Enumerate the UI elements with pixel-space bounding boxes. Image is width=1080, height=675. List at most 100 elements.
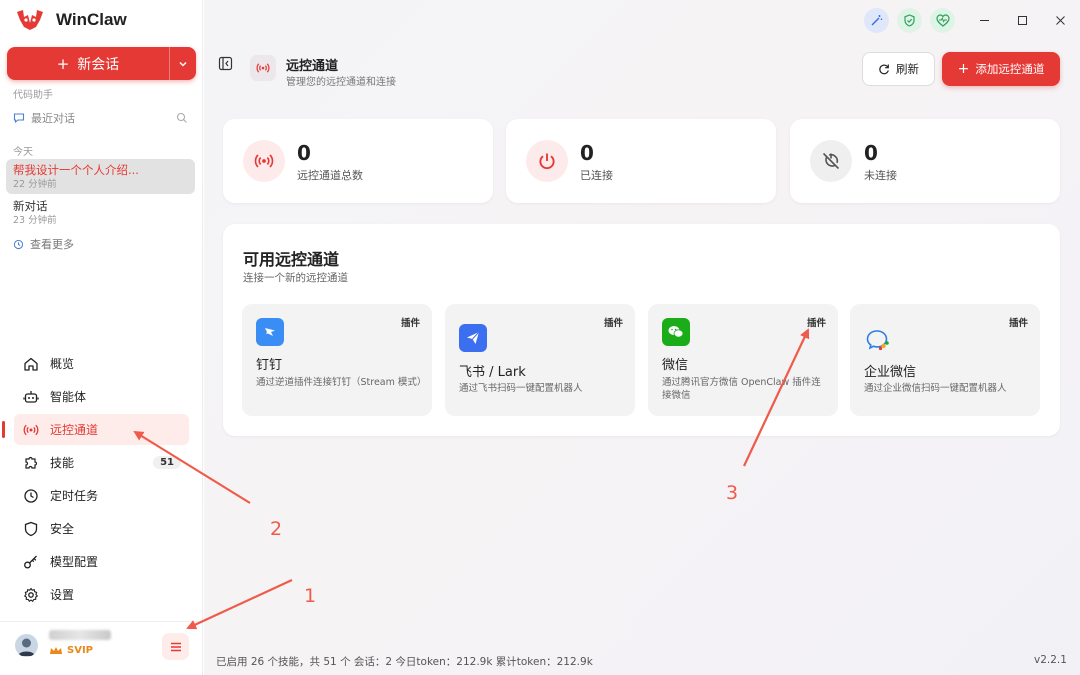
panel-title: 可用远控通道 — [243, 250, 340, 269]
new-chat-button[interactable]: + 新会话 — [7, 47, 196, 80]
disconnected-icon — [822, 152, 840, 170]
chevron-down-icon — [179, 61, 187, 67]
conversation-time: 22 分钟前 — [13, 179, 57, 190]
titlebar-tools — [864, 8, 955, 33]
main-area: 远控通道 管理您的远控通道和连接 刷新 + 添加远控通道 0 远控通道总数 0 … — [204, 0, 1080, 675]
refresh-icon — [879, 64, 889, 75]
annotation-number-1: 1 — [304, 585, 317, 607]
stat-value: 0 — [580, 141, 594, 165]
magic-wand-button[interactable] — [864, 8, 889, 33]
see-more-link[interactable]: 查看更多 — [13, 236, 74, 252]
robot-icon — [23, 390, 39, 403]
window-controls — [974, 10, 1070, 30]
lark-icon — [459, 324, 487, 352]
channel-description: 通过企业微信扫码一键配置机器人 — [864, 383, 1007, 394]
nav-item-security[interactable]: 安全 — [14, 513, 189, 544]
skills-count-badge: 51 — [153, 456, 181, 469]
plus-icon: + — [56, 54, 70, 73]
main-nav: 概览 智能体 远控通道 技能 51 定时任务 安全 模型配置 设置 — [2, 348, 189, 612]
plugin-tag: 插件 — [400, 318, 420, 329]
minimize-button[interactable] — [974, 10, 994, 30]
nav-item-scheduled-tasks[interactable]: 定时任务 — [14, 480, 189, 511]
new-chat-dropdown-button[interactable] — [169, 47, 196, 80]
nav-item-remote-channels[interactable]: 远控通道 — [2, 414, 189, 445]
conversation-title: 帮我设计一个个人介绍... — [13, 163, 139, 177]
annotation-number-3: 3 — [726, 482, 739, 504]
channel-description: 通过飞书扫码一键配置机器人 — [459, 383, 583, 394]
page-subtitle: 管理您的远控通道和连接 — [286, 77, 396, 88]
winclaw-logo-icon — [17, 10, 43, 30]
channel-name: 企业微信 — [864, 365, 917, 380]
brand: WinClaw — [14, 8, 127, 32]
channel-card-wechat[interactable]: 插件 微信 通过腾讯官方微信 OpenClaw 插件连接微信 — [648, 304, 838, 416]
nav-item-overview[interactable]: 概览 — [14, 348, 189, 379]
avatar[interactable] — [15, 634, 38, 657]
heart-pulse-icon — [935, 14, 950, 27]
refresh-button[interactable]: 刷新 — [862, 52, 935, 86]
health-monitor-button[interactable] — [930, 8, 955, 33]
wecom-icon — [864, 326, 892, 354]
channel-card-dingtalk[interactable]: 插件 钉钉 通过逆道插件连接钉钉（Stream 模式） — [242, 304, 432, 416]
wechat-icon — [662, 318, 690, 346]
stat-label: 远控通道总数 — [297, 169, 363, 182]
conversation-title: 新对话 — [13, 199, 48, 213]
nav-item-settings[interactable]: 设置 — [14, 579, 189, 610]
stat-label: 已连接 — [580, 169, 613, 182]
stat-label: 未连接 — [864, 169, 897, 182]
key-icon — [24, 555, 37, 568]
new-chat-main[interactable]: + 新会话 — [7, 47, 169, 80]
section-label: 代码助手 — [13, 90, 53, 101]
refresh-label: 刷新 — [896, 62, 919, 76]
app-name: WinClaw — [56, 10, 127, 29]
history-icon — [13, 239, 24, 249]
tier-label: SVIP — [67, 645, 93, 656]
nav-label: 概览 — [50, 357, 75, 371]
gear-icon — [24, 587, 38, 602]
maximize-icon — [1017, 15, 1027, 25]
broadcast-icon — [254, 154, 274, 168]
recent-conversations-header[interactable]: 最近对话 — [13, 110, 188, 126]
power-icon — [539, 153, 555, 170]
stat-value: 0 — [297, 141, 311, 165]
nav-label: 定时任务 — [50, 489, 99, 503]
broadcast-icon — [23, 424, 39, 435]
nav-item-model-config[interactable]: 模型配置 — [14, 546, 189, 577]
maximize-button[interactable] — [1012, 10, 1032, 30]
nav-item-agents[interactable]: 智能体 — [14, 381, 189, 412]
add-label: 添加远控通道 — [975, 62, 1045, 76]
magic-wand-icon — [871, 15, 883, 26]
conversation-item[interactable]: 帮我设计一个个人介绍... 22 分钟前 — [6, 159, 195, 194]
user-name-redacted — [49, 630, 111, 640]
stat-card-connected: 0 已连接 — [506, 119, 776, 203]
user-tier: SVIP — [49, 645, 93, 656]
dingtalk-icon — [256, 318, 284, 346]
title-bar — [204, 0, 1080, 40]
version-label: v2.2.1 — [1034, 654, 1067, 666]
channel-card-lark[interactable]: 插件 飞书 / Lark 通过飞书扫码一键配置机器人 — [445, 304, 635, 416]
nav-label: 技能 — [50, 456, 75, 470]
channel-description: 通过逆道插件连接钉钉（Stream 模式） — [256, 377, 427, 388]
conversation-item[interactable]: 新对话 23 分钟前 — [6, 195, 195, 230]
sidebar: WinClaw + 新会话 代码助手 最近对话 今天 帮我设计一个个人介绍...… — [0, 0, 203, 675]
stat-icon-wrap — [243, 140, 285, 182]
plugin-tag: 插件 — [1008, 318, 1028, 329]
today-label: 今天 — [13, 147, 33, 158]
collapse-sidebar-button[interactable] — [212, 50, 238, 76]
channel-card-wecom[interactable]: 插件 企业微信 通过企业微信扫码一键配置机器人 — [850, 304, 1040, 416]
add-remote-channel-button[interactable]: + 添加远控通道 — [942, 52, 1060, 86]
nav-item-skills[interactable]: 技能 51 — [14, 447, 189, 478]
stat-value: 0 — [864, 141, 878, 165]
search-icon[interactable] — [176, 112, 188, 124]
security-shield-button[interactable] — [897, 8, 922, 33]
sidebar-menu-button[interactable] — [162, 633, 189, 660]
nav-label: 安全 — [50, 522, 75, 536]
channel-name: 飞书 / Lark — [459, 365, 526, 380]
crown-icon — [50, 646, 62, 654]
shield-check-icon — [904, 14, 915, 27]
plus-icon: + — [957, 61, 970, 77]
recent-label: 最近对话 — [31, 112, 75, 125]
plugin-tag: 插件 — [806, 318, 826, 329]
new-chat-label: 新会话 — [77, 56, 120, 73]
close-button[interactable] — [1050, 10, 1070, 30]
annotation-number-2: 2 — [270, 518, 283, 540]
